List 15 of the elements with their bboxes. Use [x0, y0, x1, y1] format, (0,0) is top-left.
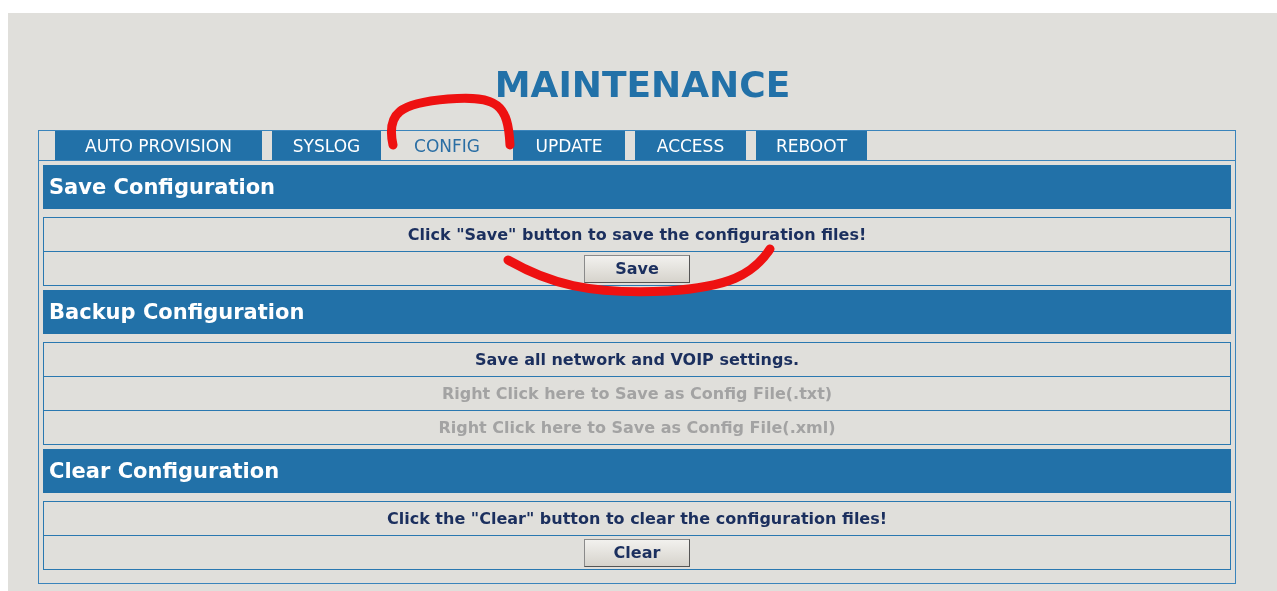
tab[interactable]: SYSLOG [272, 131, 381, 160]
tab[interactable]: AUTO PROVISION [55, 131, 262, 160]
tab[interactable]: ACCESS [635, 131, 746, 160]
instruction-text: Click "Save" button to save the configuration files! [407, 225, 867, 244]
section-header: Backup Configuration [43, 290, 1231, 334]
instruction-text: Save all network and VOIP settings. [474, 350, 799, 369]
instruction-text: Click the "Clear" button to clear the configuration files! [386, 509, 888, 528]
action-button[interactable]: Clear [584, 538, 690, 567]
section-header: Save Configuration [43, 165, 1231, 209]
tab[interactable]: REBOOT [756, 131, 867, 160]
tab[interactable]: UPDATE [513, 131, 625, 160]
section-header: Clear Configuration [43, 449, 1231, 493]
tab[interactable]: CONFIG [391, 131, 503, 160]
action-button[interactable]: Save [584, 254, 690, 283]
page-title: MAINTENANCE [493, 63, 792, 106]
